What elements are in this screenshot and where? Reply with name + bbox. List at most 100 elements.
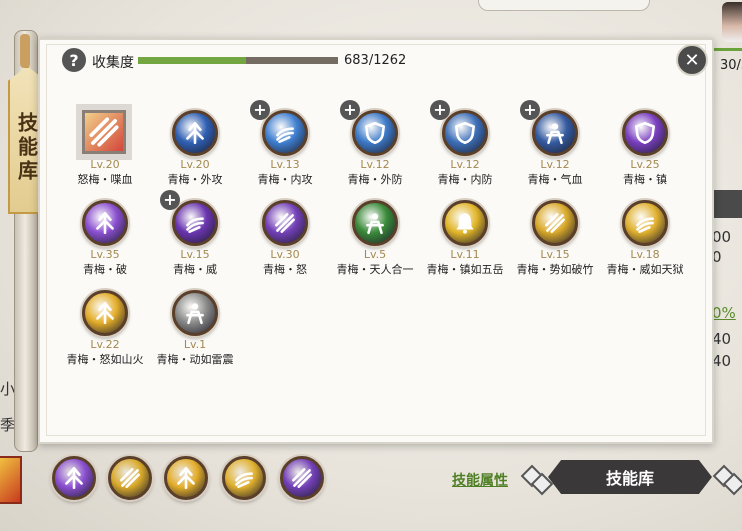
arrow-icon[interactable] [82,290,128,336]
skill-library-panel: ? 收集度 683/1262 ✕ Lv.20 怒梅・喋血 Lv.20 青梅・外攻 + Lv… [38,38,714,444]
skill-level: Lv.35 [90,248,120,261]
equipped-skill-icon[interactable] [0,456,22,504]
equipped-skill-slot[interactable] [52,456,96,500]
skill-name: 青梅・镇 [623,173,667,186]
skill-name: 青梅・威 [173,263,217,276]
upgrade-plus-icon[interactable]: + [160,190,180,210]
close-icon[interactable]: ✕ [676,44,708,76]
palm-strike-icon[interactable] [172,200,218,246]
skill-icon-wrap[interactable] [532,200,578,246]
side-value: 40 [712,352,732,370]
equipped-skill-slot[interactable] [222,456,266,500]
arrow-icon[interactable] [164,456,208,500]
side-tab[interactable] [710,190,742,218]
skill-level: Lv.30 [270,248,300,261]
skill-icon-wrap[interactable] [262,200,308,246]
skill-cell[interactable]: + Lv.15 青梅・威 [150,190,240,290]
upgrade-plus-icon[interactable]: + [520,100,540,120]
collection-label: 收集度 [92,55,134,71]
question-icon[interactable]: ? [62,48,86,72]
skill-icon-wrap[interactable] [352,200,398,246]
slash-icon[interactable] [82,110,126,154]
slash-icon[interactable] [262,200,308,246]
skill-cell[interactable]: Lv.20 青梅・外攻 [150,110,240,200]
skill-icon-wrap[interactable]: + [520,100,578,156]
palm-strike-icon[interactable] [622,200,668,246]
arrow-icon[interactable] [172,110,218,156]
collection-progress-fill [138,57,247,64]
skill-icon-wrap[interactable] [82,290,128,336]
player-avatar[interactable] [722,2,742,42]
skill-cell[interactable]: Lv.30 青梅・怒 [240,200,330,290]
skill-attribute-link[interactable]: 技能属性 [452,470,508,490]
skill-cell[interactable]: + Lv.13 青梅・内攻 [240,100,330,200]
skill-icon-wrap[interactable]: + [430,100,488,156]
skill-icon-wrap[interactable]: + [160,190,218,246]
side-percent: 0% [712,304,736,322]
skill-level: Lv.20 [90,158,120,171]
skill-name: 青梅・怒 [263,263,307,276]
skill-icon-wrap[interactable] [172,110,218,156]
bell-icon[interactable] [442,200,488,246]
skill-name: 青梅・天人合一 [336,263,414,276]
skill-cell[interactable]: Lv.18 青梅・威如天狱 [600,200,690,290]
skill-cell[interactable]: + Lv.12 青梅・气血 [510,100,600,200]
skill-name: 青梅・势如破竹 [516,263,594,276]
skill-cell[interactable]: Lv.11 青梅・镇如五岳 [420,200,510,290]
scroll-knot [20,34,30,68]
warrior-icon[interactable] [352,200,398,246]
skill-icon-wrap[interactable] [82,200,128,246]
skill-name: 青梅・气血 [527,173,583,186]
palm-strike-icon[interactable] [222,456,266,500]
skill-level: Lv.12 [540,158,570,171]
equipped-skill-slot[interactable] [164,456,208,500]
skill-cell[interactable]: Lv.35 青梅・破 [60,200,150,290]
skill-library-tab[interactable]: 技能库 [548,460,712,494]
skill-icon-wrap[interactable] [172,290,218,336]
skill-icon-wrap[interactable]: + [340,100,398,156]
skill-name: 青梅・内防 [437,173,493,186]
equipped-skill-slot[interactable] [108,456,152,500]
skill-name: 青梅・破 [83,263,127,276]
skill-cell[interactable]: Lv.15 青梅・势如破竹 [510,200,600,290]
skill-name: 青梅・外攻 [167,173,223,186]
shield-icon[interactable] [442,110,488,156]
skill-level: Lv.12 [450,158,480,171]
upgrade-plus-icon[interactable]: + [340,100,360,120]
skill-level: Lv.12 [360,158,390,171]
skill-cell[interactable]: + Lv.12 青梅・内防 [420,100,510,200]
skill-cell[interactable]: Lv.20 怒梅・喋血 [60,110,150,200]
slash-icon[interactable] [532,200,578,246]
equipped-skill-slot[interactable] [280,456,324,500]
skill-level: Lv.20 [180,158,210,171]
background-top-tab [478,0,650,11]
skill-cell[interactable]: Lv.5 青梅・天人合一 [330,200,420,290]
warrior-icon[interactable] [532,110,578,156]
skill-level: Lv.13 [270,158,300,171]
upgrade-plus-icon[interactable]: + [250,100,270,120]
skill-cell[interactable]: Lv.1 青梅・动如雷震 [150,290,240,380]
warrior-icon[interactable] [172,290,218,336]
slash-icon[interactable] [280,456,324,500]
arrow-icon[interactable] [82,200,128,246]
upgrade-plus-icon[interactable]: + [430,100,450,120]
side-value: 00 [712,228,732,246]
slash-icon[interactable] [108,456,152,500]
skill-cell[interactable]: Lv.25 青梅・镇 [600,110,690,200]
skill-name: 青梅・镇如五岳 [426,263,504,276]
skill-icon-wrap[interactable] [442,200,488,246]
skill-level: Lv.25 [630,158,660,171]
skill-cell[interactable]: + Lv.12 青梅・外防 [330,100,420,200]
shield-icon[interactable] [622,110,668,156]
skill-icon-wrap[interactable] [82,110,128,156]
arrow-icon[interactable] [52,456,96,500]
skill-cell[interactable]: Lv.22 青梅・怒如山火 [60,290,150,380]
skill-icon-wrap[interactable] [622,110,668,156]
shield-icon[interactable] [352,110,398,156]
skill-level: Lv.11 [450,248,480,261]
skill-icon-wrap[interactable]: + [250,100,308,156]
palm-strike-icon[interactable] [262,110,308,156]
player-hp-bar [710,48,742,51]
skill-icon-wrap[interactable] [622,200,668,246]
skill-level: Lv.18 [630,248,660,261]
